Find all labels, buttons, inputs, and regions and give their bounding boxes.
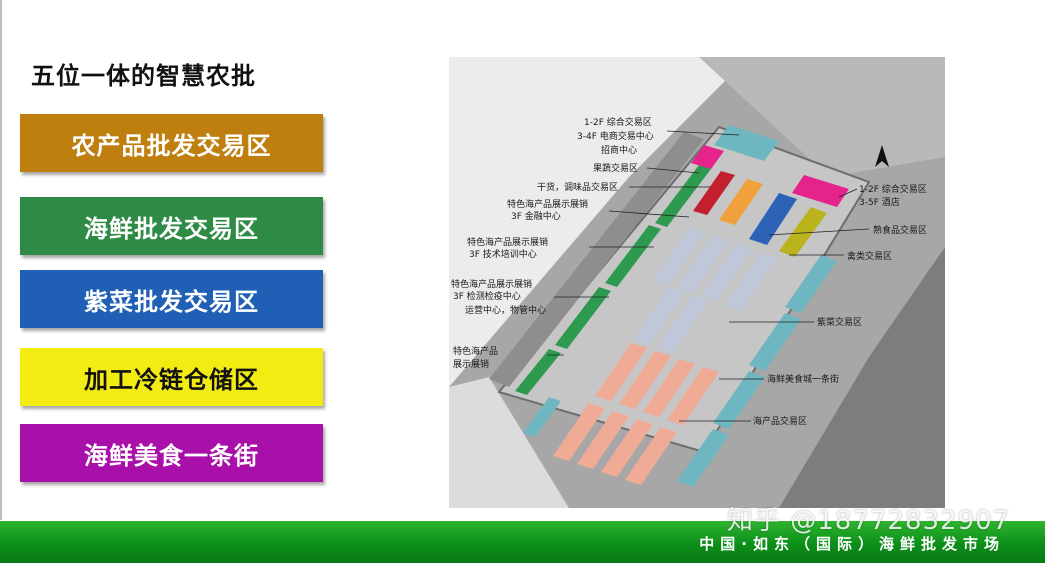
map-label-l13: 特色海产品 [453, 345, 498, 357]
map-label-r5: 紫菜交易区 [817, 316, 862, 328]
map-label-l3: 招商中心 [601, 144, 637, 156]
left-border [0, 0, 2, 520]
map-label-l1: 1-2F 综合交易区 [584, 116, 652, 128]
map-label-l10: 特色海产品展示展销 [451, 278, 532, 290]
site-plan-map: 1-2F 综合交易区 3-4F 电商交易中心 招商中心 果蔬交易区 干货，调味品… [449, 57, 945, 508]
watermark: 知乎 @18772832907 [727, 506, 1011, 536]
zone-agri-products: 农产品批发交易区 [20, 114, 323, 172]
map-label-l14: 展示展销 [453, 358, 489, 370]
zone-seafood: 海鲜批发交易区 [20, 197, 323, 255]
map-label-l5: 干货，调味品交易区 [537, 181, 618, 193]
page-title: 五位一体的智慧农批 [31, 62, 256, 90]
map-label-r3: 熟食品交易区 [873, 224, 927, 236]
map-label-r4: 禽类交易区 [847, 250, 892, 262]
zone-cold-chain: 加工冷链仓储区 [20, 348, 323, 406]
map-label-l12: 运营中心，物管中心 [465, 304, 546, 316]
map-label-l6: 特色海产品展示展销 [507, 198, 588, 210]
map-label-l9: 3F 技术培训中心 [469, 248, 537, 260]
map-label-r2: 3-5F 酒店 [859, 196, 900, 208]
map-label-r1: 1-2F 综合交易区 [859, 183, 927, 195]
map-label-l4: 果蔬交易区 [593, 162, 638, 174]
map-label-l2: 3-4F 电商交易中心 [577, 130, 654, 142]
map-label-l7: 3F 金融中心 [511, 210, 561, 222]
map-label-r6: 海鲜美食城一条街 [767, 373, 839, 385]
map-label-l8: 特色海产品展示展销 [467, 236, 548, 248]
map-label-l11: 3F 检测检疫中心 [453, 290, 521, 302]
zone-laver: 紫菜批发交易区 [20, 270, 323, 328]
zone-seafood-food-street: 海鲜美食一条街 [20, 424, 323, 482]
map-label-r7: 海产品交易区 [753, 415, 807, 427]
